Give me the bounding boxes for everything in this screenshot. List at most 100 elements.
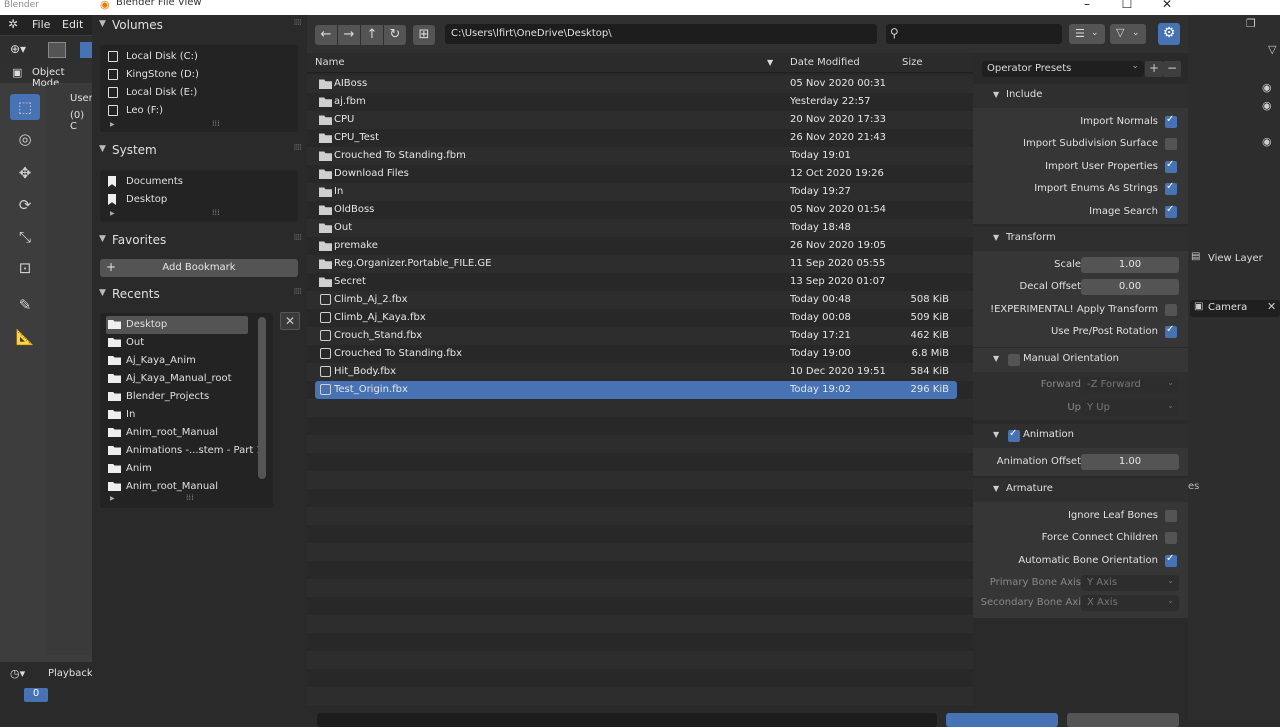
current-frame[interactable]: 0 (24, 688, 48, 702)
scale-tool-icon[interactable]: ⤡ (10, 224, 40, 250)
scale-field[interactable]: 1.00 (1081, 257, 1179, 273)
maximize-icon[interactable]: ☐ (1117, 0, 1137, 11)
camera-name-field[interactable]: ▣ Camera ✕ (1190, 300, 1280, 317)
parent-directory-icon[interactable]: ↑ (361, 25, 383, 45)
import-enums-row[interactable]: Import Enums As Strings (973, 179, 1188, 199)
refresh-icon[interactable]: ↻ (384, 25, 406, 45)
system-header[interactable]: ▼ System ⁞⁞⁞⁞ (92, 140, 307, 162)
automatic-bone-orientation-row[interactable]: Automatic Bone Orientation (973, 551, 1188, 571)
file-row[interactable]: Crouched To Standing.fbx Today 19:00 6.8 M… (307, 345, 1057, 363)
column-name-header[interactable]: Name (315, 57, 345, 68)
import-normals-row[interactable]: Import Normals (973, 112, 1188, 132)
decal-offset-field[interactable]: 0.00 (1081, 279, 1179, 295)
object-mode-selector[interactable]: ▣ Object Mode (0, 63, 92, 89)
timeline-type-icon[interactable]: ◷▾ (10, 667, 25, 680)
filename-input[interactable] (317, 713, 937, 727)
import-user-properties-row[interactable]: Import User Properties (973, 157, 1188, 177)
folder-row[interactable]: OldBoss 05 Nov 2020 01:54 (307, 201, 1057, 219)
blender-logo-icon[interactable]: ✲ (8, 17, 18, 31)
menu-file[interactable]: File (32, 18, 50, 31)
forward-arrow-icon[interactable]: → (338, 25, 360, 45)
visibility-eye-icon-3[interactable]: ◉ (1262, 135, 1272, 148)
new-folder-icon[interactable]: ⊞ (413, 25, 435, 45)
manual-orientation-checkbox[interactable] (1008, 354, 1020, 366)
close-icon[interactable]: ✕ (1157, 0, 1177, 11)
settings-gear-icon[interactable]: ⚙ (1158, 23, 1180, 45)
folder-row[interactable]: In Today 19:27 (307, 183, 1057, 201)
column-date-header[interactable]: Date Modified (790, 57, 860, 68)
image-search-row[interactable]: Image Search (973, 202, 1188, 222)
sort-arrow-icon[interactable]: ▼ (767, 58, 773, 67)
force-connect-children-row[interactable]: Force Connect Children (973, 528, 1188, 548)
drag-grip-icon[interactable]: ⁞⁞⁞⁞ (294, 18, 303, 28)
recent-item[interactable]: Anim_root_Manual (106, 478, 286, 496)
transform-panel-header[interactable]: ▼ Transform (973, 227, 1188, 251)
expand-arrow-icon[interactable]: ▶ (110, 495, 115, 502)
primary-bone-axis-dropdown[interactable]: Y Axis ⌄ (1081, 575, 1179, 591)
add-bookmark-button[interactable]: + Add Bookmark (100, 259, 298, 277)
editor-type-icon[interactable]: ⊕▾ (10, 42, 26, 56)
ignore-leaf-bones-checkbox[interactable] (1165, 510, 1177, 522)
folder-row[interactable]: Out Today 18:48 (307, 219, 1057, 237)
automatic-bone-orientation-checkbox[interactable] (1165, 553, 1177, 567)
folder-row[interactable]: Crouched To Standing.fbm Today 19:01 (307, 147, 1057, 165)
cursor-tool-icon[interactable]: ◎ (10, 126, 40, 152)
pre-post-rotation-checkbox[interactable] (1165, 324, 1177, 338)
folder-row[interactable]: premake 26 Nov 2020 19:05 (307, 237, 1057, 255)
recents-header[interactable]: ▼ Recents ⁞⁞⁞⁞ (92, 284, 307, 306)
recents-scrollbar[interactable] (258, 317, 266, 479)
image-search-checkbox[interactable] (1165, 204, 1177, 218)
force-connect-children-checkbox[interactable] (1165, 532, 1177, 544)
volume-item[interactable]: Leo (F:) (106, 102, 286, 120)
import-subdivision-row[interactable]: Import Subdivision Surface (973, 134, 1188, 154)
volume-item[interactable]: KingStone (D:) (106, 66, 286, 84)
visibility-eye-icon-1[interactable]: ◉ (1262, 81, 1272, 94)
directory-path-input[interactable]: C:\Users\lfirt\OneDrive\Desktop\ (445, 24, 877, 44)
add-preset-icon[interactable]: + (1145, 61, 1163, 77)
resize-grip-icon[interactable]: ⁞⁞⁞ (212, 208, 220, 217)
filter-icon-bg[interactable]: ▽ (1268, 43, 1276, 56)
volume-item[interactable]: Local Disk (C:) (106, 48, 286, 66)
file-row[interactable]: Crouch_Stand.fbx Today 17:21 462 KiB (307, 327, 1057, 345)
minimize-icon[interactable]: – (1077, 0, 1097, 11)
include-panel-header[interactable]: ▼ Include (973, 84, 1188, 108)
folder-row[interactable]: CPU 20 Nov 2020 17:33 (307, 111, 1057, 129)
import-enums-checkbox[interactable] (1165, 181, 1177, 195)
volume-item[interactable]: Local Disk (E:) (106, 84, 286, 102)
recent-item[interactable]: Desktop (106, 316, 248, 334)
annotate-tool-icon[interactable]: ✎ (10, 292, 40, 318)
select-tool-icon[interactable]: ⬚ (10, 94, 40, 120)
ignore-leaf-bones-row[interactable]: Ignore Leaf Bones (973, 506, 1188, 526)
folder-row[interactable]: CPU_Test 26 Nov 2020 21:43 (307, 129, 1057, 147)
system-item[interactable]: Documents (106, 173, 286, 191)
expand-arrow-icon[interactable]: ▶ (110, 210, 115, 217)
apply-transform-row[interactable]: !EXPERIMENTAL! Apply Transform (973, 300, 1188, 320)
folder-row[interactable]: Download Files 12 Oct 2020 19:26 (307, 165, 1057, 183)
file-row[interactable]: Hit_Body.fbx 10 Dec 2020 19:51 584 KiB (307, 363, 1057, 381)
system-item[interactable]: Desktop (106, 191, 286, 209)
remove-preset-icon[interactable]: − (1163, 61, 1181, 77)
forward-dropdown[interactable]: -Z Forward ⌄ (1081, 377, 1179, 393)
rotate-tool-icon[interactable]: ⟳ (10, 192, 40, 218)
new-window-icon[interactable]: ❐ (1246, 17, 1256, 30)
volumes-header[interactable]: ▼ Volumes ⁞⁞⁞⁞ (92, 15, 307, 37)
select-mode-icon[interactable] (80, 42, 92, 58)
search-input[interactable]: ⚲ (886, 24, 1062, 44)
import-button[interactable] (946, 713, 1058, 727)
resize-grip-icon[interactable]: ⁞⁞⁞ (186, 493, 194, 502)
folder-row[interactable]: Reg.Organizer.Portable_FILE.GE 11 Sep 202… (307, 255, 1057, 273)
visibility-eye-icon-2[interactable]: ◉ (1262, 99, 1272, 112)
animation-panel-header[interactable]: ▼ Animation (973, 424, 1188, 448)
cancel-button[interactable] (1067, 713, 1179, 727)
import-normals-checkbox[interactable] (1165, 114, 1177, 128)
pre-post-rotation-row[interactable]: Use Pre/Post Rotation (973, 322, 1188, 342)
animation-offset-field[interactable]: 1.00 (1081, 454, 1179, 470)
select-box-icon[interactable] (48, 42, 66, 58)
clear-camera-icon[interactable]: ✕ (1267, 300, 1276, 313)
armature-panel-header[interactable]: ▼ Armature (973, 478, 1188, 502)
file-row[interactable]: Climb_Aj_Kaya.fbx Today 00:08 509 KiB (307, 309, 1057, 327)
manual-orientation-header[interactable]: ▼ Manual Orientation (973, 348, 1188, 372)
operator-presets-dropdown[interactable]: Operator Presets ⌄ (982, 61, 1144, 77)
folder-row[interactable]: AIBoss 05 Nov 2020 00:31 (307, 75, 1057, 93)
up-dropdown[interactable]: Y Up ⌄ (1081, 400, 1179, 416)
